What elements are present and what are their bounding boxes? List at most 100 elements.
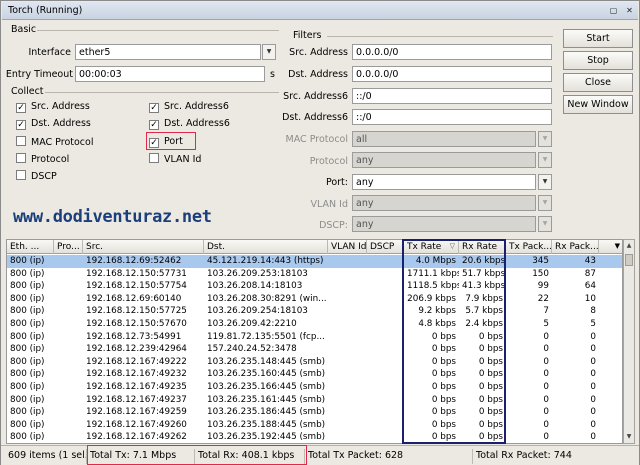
minimize-icon[interactable]: ▢ — [608, 5, 619, 16]
cell-rx-packets: 43 — [584, 256, 596, 266]
table-row[interactable]: 800 (ip) 192.168.12.150:57725 103.26.209.2… — [7, 305, 622, 318]
interface-select[interactable]: ether5 — [75, 44, 261, 60]
cell-rx-packets: 0 — [590, 382, 596, 392]
table-row[interactable]: 800 (ip) 192.168.12.167:49262 103.26.235.1… — [7, 431, 622, 443]
vlan-id-dropdown-icon[interactable]: ▼ — [538, 195, 552, 211]
collect-dst-address-checkbox[interactable]: ✓ Dst. Address — [16, 118, 91, 131]
cell-rx-packets: 10 — [584, 293, 596, 304]
cell-src: 192.168.12.69:52462 — [86, 256, 182, 266]
cell-src: 192.168.12.150:57731 — [86, 268, 187, 279]
cell-rx-packets: 87 — [584, 268, 596, 279]
table-row[interactable]: 800 (ip) 192.168.12.167:49259 103.26.235.1… — [7, 406, 622, 419]
col-header-more-icon[interactable]: ▼ — [599, 240, 622, 254]
cell-dscp — [367, 293, 404, 306]
scroll-up-icon[interactable]: ▲ — [624, 240, 634, 252]
cell-eth: 800 (ip) — [10, 319, 45, 329]
collect-src-address-checkbox[interactable]: ✓ Src. Address — [16, 101, 90, 114]
title-bar[interactable]: Torch (Running) ▢ ✕ — [2, 2, 638, 20]
port-dropdown-icon[interactable]: ▼ — [538, 174, 552, 190]
table-row[interactable]: 800 (ip) 192.168.12.167:49232 103.26.235.1… — [7, 368, 622, 381]
cell-protocol — [54, 293, 83, 306]
torch-table[interactable]: Eth. ... Pro... Src. Dst. VLAN Id DSCP T… — [6, 239, 623, 444]
table-row[interactable]: 800 (ip) 192.168.12.167:49235 103.26.235.1… — [7, 381, 622, 394]
cell-dscp — [367, 280, 404, 293]
entry-timeout-input[interactable]: 00:00:03 — [75, 66, 265, 82]
col-header-eth[interactable]: Eth. ... — [7, 240, 54, 254]
table-row[interactable]: 800 (ip) 192.168.12.167:49260 103.26.235.1… — [7, 419, 622, 432]
filter-src-address-input[interactable]: 0.0.0.0/0 — [352, 44, 552, 60]
col-header-protocol[interactable]: Pro... — [54, 240, 83, 254]
status-item-count: 609 items (1 sel... — [5, 449, 87, 464]
new-window-button[interactable]: New Window — [563, 95, 633, 114]
checkbox-check-icon: ✓ — [149, 103, 159, 113]
table-row[interactable]: 800 (ip) 192.168.12.150:57670 103.26.209.4… — [7, 318, 622, 331]
table-row[interactable]: 800 (ip) 192.168.12.150:57731 103.26.209.2… — [7, 268, 622, 281]
cell-dst: 157.240.24.52:3478 — [207, 344, 297, 355]
cell-protocol — [54, 356, 83, 369]
filter-mac-protocol-select[interactable]: all — [352, 131, 536, 147]
chevron-down-icon: ▼ — [614, 242, 620, 250]
filter-src-address6-input[interactable]: ::/0 — [352, 88, 552, 104]
stop-button[interactable]: Stop — [563, 51, 633, 70]
col-header-dscp[interactable]: DSCP — [367, 240, 404, 254]
cell-dscp — [367, 419, 404, 432]
table-row[interactable]: 800 (ip) 192.168.12.239:42964 157.240.24.5… — [7, 343, 622, 356]
cell-dst: 103.26.209.253:18103 — [207, 268, 308, 279]
cell-dscp — [367, 394, 404, 407]
col-header-dst[interactable]: Dst. — [204, 240, 328, 254]
cell-src: 192.168.12.167:49222 — [86, 356, 187, 367]
cell-vlan-id — [328, 305, 367, 318]
filter-dst-address6-input[interactable]: ::/0 — [352, 109, 552, 125]
collect-vlan-id-checkbox[interactable]: VLAN Id — [149, 153, 201, 166]
collect-dscp-checkbox[interactable]: DSCP — [16, 170, 57, 183]
start-button[interactable]: Start — [563, 29, 633, 48]
cell-dst: 103.26.235.161:445 (smb) — [207, 394, 326, 405]
filter-vlan-id-select[interactable]: any — [352, 195, 536, 211]
basic-group-title: Basic — [11, 24, 37, 35]
col-header-src[interactable]: Src. — [83, 240, 204, 254]
collect-mac-protocol-checkbox[interactable]: MAC Protocol — [16, 136, 93, 149]
table-row[interactable]: 800 (ip) 192.168.12.69:52462 45.121.219.14… — [7, 255, 622, 268]
filter-dst-address-input[interactable]: 0.0.0.0/0 — [352, 66, 552, 82]
cell-vlan-id — [328, 293, 367, 306]
cell-dscp — [367, 356, 404, 369]
cell-tx-packets: 22 — [537, 293, 549, 304]
filter-port-select[interactable]: any — [352, 174, 536, 190]
collect-dst-address6-label: Dst. Address6 — [164, 118, 230, 129]
filter-dst-address-label: Dst. Address — [288, 69, 348, 80]
close-window-icon[interactable]: ✕ — [624, 5, 635, 16]
cell-eth: 800 (ip) — [10, 369, 45, 380]
table-row[interactable]: 800 (ip) 192.168.12.167:49222 103.26.235.1… — [7, 356, 622, 369]
collect-dst-address6-checkbox[interactable]: ✓ Dst. Address6 — [149, 118, 230, 131]
filter-protocol-select[interactable]: any — [352, 152, 536, 168]
col-header-tx-packets[interactable]: Tx Pack... — [506, 240, 552, 254]
filter-src-address6-label: Src. Address6 — [283, 91, 348, 102]
filter-dscp-select[interactable]: any — [352, 216, 536, 232]
cell-protocol — [54, 268, 83, 281]
cell-src: 192.168.12.167:49259 — [86, 407, 187, 418]
table-row[interactable]: 800 (ip) 192.168.12.69:60140 103.26.208.30… — [7, 293, 622, 306]
protocol-dropdown-icon[interactable]: ▼ — [538, 152, 552, 168]
collect-protocol-label: Protocol — [31, 154, 70, 165]
cell-dscp — [367, 406, 404, 419]
collect-protocol-checkbox[interactable]: Protocol — [16, 153, 69, 166]
scroll-down-icon[interactable]: ▼ — [624, 431, 634, 443]
table-vertical-scrollbar[interactable]: ▲ ▼ — [623, 239, 635, 444]
close-button[interactable]: Close — [563, 73, 633, 92]
cell-tx-packets: 150 — [532, 268, 549, 279]
table-row[interactable]: 800 (ip) 192.168.12.167:49237 103.26.235.1… — [7, 394, 622, 407]
cell-tx-packets: 5 — [543, 319, 549, 329]
scrollbar-thumb[interactable] — [625, 254, 633, 266]
table-row[interactable]: 800 (ip) 192.168.12.150:57754 103.26.208.1… — [7, 280, 622, 293]
collect-group-divider — [45, 92, 279, 93]
cell-tx-packets: 345 — [532, 256, 549, 266]
dscp-dropdown-icon[interactable]: ▼ — [538, 216, 552, 232]
mac-protocol-dropdown-icon[interactable]: ▼ — [538, 131, 552, 147]
cell-dst: 103.26.235.188:445 (smb) — [207, 419, 326, 430]
collect-vlan-id-label: VLAN Id — [164, 154, 202, 165]
table-row[interactable]: 800 (ip) 192.168.12.73:54991 119.81.72.135… — [7, 331, 622, 344]
collect-src-address6-checkbox[interactable]: ✓ Src. Address6 — [149, 101, 229, 114]
col-header-vlan-id[interactable]: VLAN Id — [328, 240, 367, 254]
checkbox-empty-icon — [16, 170, 26, 180]
col-header-rx-packets[interactable]: Rx Pack... — [552, 240, 599, 254]
